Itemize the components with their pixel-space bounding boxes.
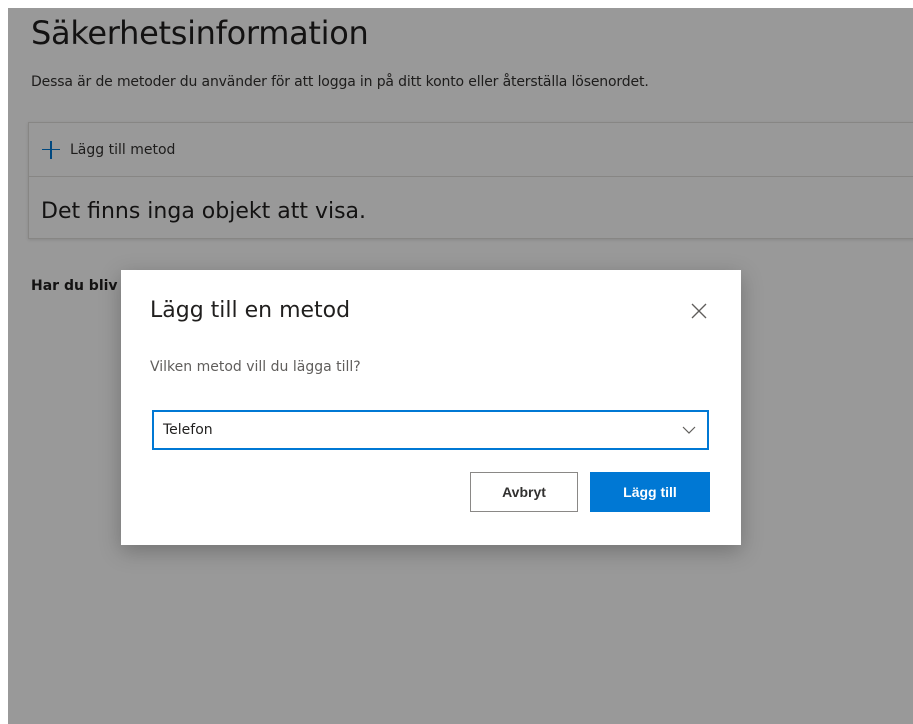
add-button[interactable]: Lägg till — [590, 472, 710, 512]
chevron-down-icon — [682, 426, 696, 434]
method-select-value: Telefon — [163, 422, 213, 438]
dialog-title: Lägg till en metod — [150, 298, 351, 323]
dialog-question: Vilken metod vill du lägga till? — [150, 359, 361, 375]
method-select[interactable]: Telefon — [152, 410, 709, 450]
cancel-button[interactable]: Avbryt — [470, 472, 578, 512]
add-method-dialog: Lägg till en metod Vilken metod vill du … — [121, 270, 741, 545]
close-button[interactable] — [686, 298, 712, 324]
close-icon — [691, 303, 707, 319]
